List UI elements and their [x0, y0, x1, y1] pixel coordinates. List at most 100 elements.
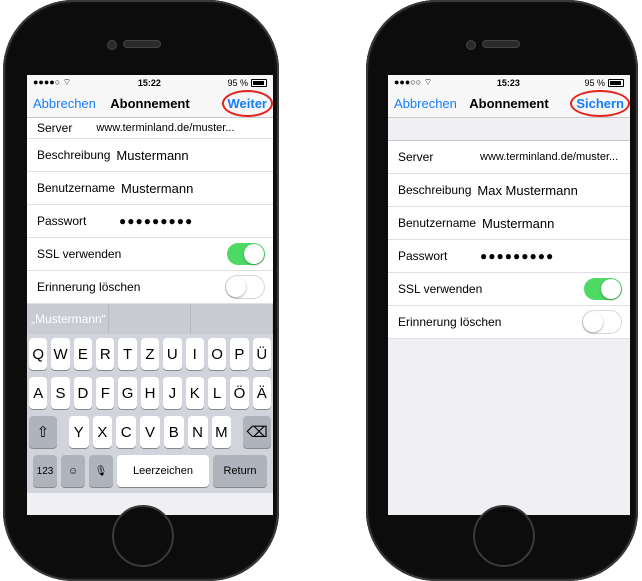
- server-row[interactable]: Server www.terminland.de/muster...: [388, 141, 630, 174]
- key[interactable]: J: [163, 377, 182, 409]
- nav-bar: Abbrechen Abonnement Weiter: [27, 90, 273, 118]
- wifi-icon: ⌔: [423, 77, 433, 87]
- signal-indicator: ●●●●○: [33, 77, 61, 87]
- server-field[interactable]: www.terminland.de/muster...: [96, 122, 234, 134]
- key[interactable]: F: [96, 377, 115, 409]
- benutzername-label: Benutzername: [398, 216, 477, 230]
- erinnerung-toggle[interactable]: [582, 310, 622, 334]
- cancel-button[interactable]: Abbrechen: [33, 96, 96, 111]
- benutzername-field[interactable]: Mustermann: [121, 181, 193, 196]
- key[interactable]: Ä: [252, 377, 271, 409]
- ssl-toggle[interactable]: [227, 243, 265, 265]
- key[interactable]: C: [116, 416, 137, 448]
- key[interactable]: V: [140, 416, 160, 448]
- key[interactable]: D: [73, 377, 93, 409]
- microphone-icon[interactable]: 🎙: [89, 455, 113, 487]
- key[interactable]: N: [187, 416, 208, 448]
- backspace-icon[interactable]: ⌫: [243, 416, 272, 448]
- speaker-icon: [123, 40, 161, 48]
- keyboard: Q W E R T Z U I O P Ü A S D F G H J K L …: [27, 334, 273, 493]
- status-bar: ●●●●○ ⌔ 15:22 95 %: [27, 75, 273, 90]
- next-button[interactable]: Weiter: [221, 90, 273, 117]
- key[interactable]: T: [118, 338, 137, 370]
- erinnerung-row: Erinnerung löschen: [388, 306, 630, 339]
- save-button[interactable]: Sichern: [570, 90, 630, 117]
- key[interactable]: Y: [68, 416, 89, 448]
- shift-icon[interactable]: ⇧: [29, 416, 57, 448]
- key[interactable]: U: [163, 338, 182, 370]
- camera-icon: [466, 40, 476, 50]
- key[interactable]: Ö: [230, 377, 249, 409]
- toggle-knob: [601, 279, 621, 299]
- key[interactable]: Q: [29, 338, 48, 370]
- key[interactable]: Z: [140, 338, 160, 370]
- key[interactable]: P: [230, 338, 249, 370]
- key[interactable]: A: [29, 377, 48, 409]
- key[interactable]: M: [211, 416, 232, 448]
- key[interactable]: B: [163, 416, 184, 448]
- server-label: Server: [398, 150, 434, 164]
- key[interactable]: W: [51, 338, 70, 370]
- home-button[interactable]: [473, 505, 535, 567]
- ssl-row: SSL verwenden: [27, 238, 273, 271]
- key[interactable]: X: [92, 416, 113, 448]
- prediction-item[interactable]: „Mustermann“: [27, 304, 109, 334]
- keyboard-row-3: ⇧ Y X C V B N M ⌫: [29, 416, 272, 448]
- beschreibung-row[interactable]: Beschreibung Mustermann: [27, 139, 273, 172]
- key[interactable]: E: [73, 338, 93, 370]
- erinnerung-toggle[interactable]: [225, 275, 265, 299]
- key[interactable]: O: [207, 338, 227, 370]
- benutzername-label: Benutzername: [37, 181, 116, 195]
- home-button[interactable]: [112, 505, 174, 567]
- key[interactable]: R: [96, 338, 115, 370]
- passwort-field[interactable]: ●●●●●●●●●: [480, 249, 554, 263]
- key[interactable]: L: [207, 377, 227, 409]
- passwort-field[interactable]: ●●●●●●●●●: [119, 214, 193, 228]
- toggle-knob: [583, 312, 603, 332]
- key[interactable]: I: [185, 338, 204, 370]
- battery-percent: 95 %: [227, 77, 248, 88]
- key[interactable]: Ü: [252, 338, 271, 370]
- prediction-bar: „Mustermann“: [27, 304, 273, 334]
- screen-left: ●●●●○ ⌔ 15:22 95 % Abbrechen Abonnement …: [27, 75, 273, 515]
- battery-icon: [608, 78, 624, 87]
- key[interactable]: K: [185, 377, 204, 409]
- ssl-label: SSL verwenden: [37, 247, 122, 261]
- benutzername-field[interactable]: Mustermann: [482, 216, 554, 231]
- prediction-item[interactable]: [191, 304, 273, 334]
- server-field[interactable]: www.terminland.de/muster...: [480, 151, 618, 163]
- screen-right: ●●●○○ ⌔ 15:23 95 % Abbrechen Abonnement …: [388, 75, 630, 515]
- beschreibung-row[interactable]: Beschreibung Max Mustermann: [388, 174, 630, 207]
- keyboard-row-2: A S D F G H J K L Ö Ä: [29, 377, 271, 409]
- key[interactable]: H: [140, 377, 160, 409]
- server-row[interactable]: Server www.terminland.de/muster...: [27, 118, 273, 139]
- speaker-icon: [482, 40, 520, 48]
- key[interactable]: G: [118, 377, 137, 409]
- benutzername-row[interactable]: Benutzername Mustermann: [27, 172, 273, 205]
- beschreibung-label: Beschreibung: [37, 148, 111, 162]
- numbers-key[interactable]: 123: [33, 455, 57, 487]
- beschreibung-field[interactable]: Max Mustermann: [477, 183, 577, 198]
- emoji-icon[interactable]: ☺: [61, 455, 85, 487]
- status-time: 15:23: [496, 77, 520, 88]
- benutzername-row[interactable]: Benutzername Mustermann: [388, 207, 630, 240]
- battery-icon: [251, 78, 267, 87]
- section-spacer: [388, 118, 630, 141]
- beschreibung-field[interactable]: Mustermann: [116, 148, 188, 163]
- toggle-knob: [226, 277, 246, 297]
- return-key[interactable]: Return: [213, 455, 267, 487]
- key[interactable]: S: [51, 377, 70, 409]
- status-bar: ●●●○○ ⌔ 15:23 95 %: [388, 75, 630, 90]
- passwort-row[interactable]: Passwort ●●●●●●●●●: [388, 240, 630, 273]
- phone-left: ●●●●○ ⌔ 15:22 95 % Abbrechen Abonnement …: [3, 0, 279, 581]
- ssl-toggle[interactable]: [584, 278, 622, 300]
- erinnerung-row: Erinnerung löschen: [27, 271, 273, 304]
- passwort-row[interactable]: Passwort ●●●●●●●●●: [27, 205, 273, 238]
- cancel-button[interactable]: Abbrechen: [394, 96, 457, 111]
- prediction-item[interactable]: [109, 304, 191, 334]
- passwort-label: Passwort: [398, 249, 448, 263]
- battery-percent: 95 %: [584, 77, 605, 88]
- beschreibung-label: Beschreibung: [398, 183, 472, 197]
- keyboard-row-1: Q W E R T Z U I O P Ü: [29, 338, 271, 370]
- space-key[interactable]: Leerzeichen: [117, 455, 209, 487]
